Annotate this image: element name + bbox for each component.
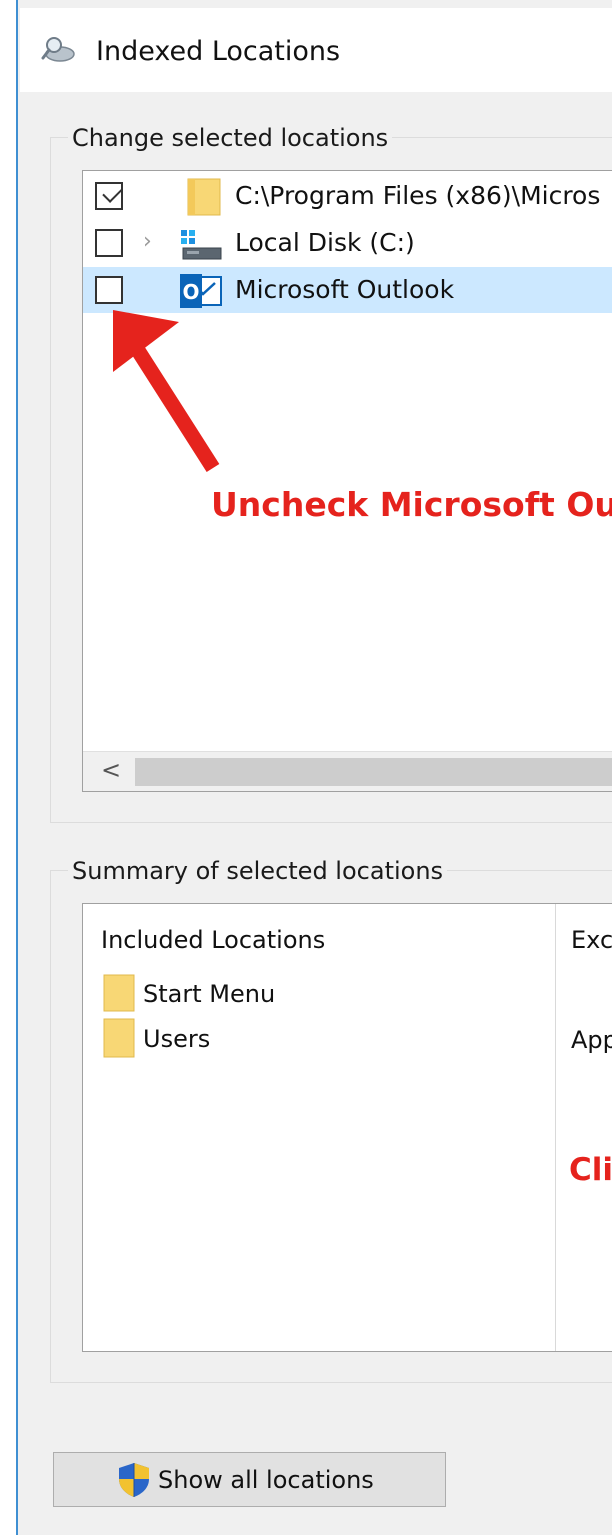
change-locations-legend: Change selected locations	[68, 124, 393, 152]
window-left-edge	[0, 0, 18, 1535]
uac-shield-icon	[119, 1463, 149, 1497]
uncheck-outlook-annotation: Uncheck Microsoft Out	[211, 485, 612, 524]
tree-row-program-files[interactable]: C:\Program Files (x86)\Micros	[83, 173, 612, 219]
tree-row-local-disk[interactable]: › Local Disk (C:)	[83, 220, 612, 266]
folder-icon	[103, 1018, 135, 1058]
chevron-right-icon[interactable]: ›	[143, 229, 152, 254]
horizontal-scrollbar[interactable]: <	[83, 751, 612, 791]
tree-row-label: Local Disk (C:)	[235, 228, 415, 257]
summary-panel: Included Locations Start Menu Users Exc …	[82, 903, 612, 1352]
indexing-options-icon	[41, 37, 75, 62]
indexed-locations-window: Indexed Locations Change selected locati…	[0, 0, 612, 1535]
included-locations-header: Included Locations	[101, 926, 326, 954]
excluded-locations-header: Exc	[571, 926, 612, 954]
show-all-locations-button[interactable]: Show all locations	[53, 1452, 446, 1507]
red-arrow-annotation	[113, 310, 220, 473]
excluded-location-item: App	[571, 1026, 612, 1054]
checkmark-icon	[102, 182, 123, 203]
folder-icon	[103, 974, 135, 1012]
show-all-locations-label: Show all locations	[158, 1466, 374, 1494]
summary-locations-legend: Summary of selected locations	[68, 857, 448, 885]
locations-tree[interactable]: C:\Program Files (x86)\Micros › Local Di…	[82, 170, 612, 792]
local-disk-checkbox[interactable]	[95, 229, 123, 257]
included-location-item: Start Menu	[143, 980, 276, 1008]
local-disk-icon	[181, 230, 222, 260]
title-bar: Indexed Locations	[20, 8, 612, 92]
tree-row-label: Microsoft Outlook	[235, 275, 455, 304]
program-files-checkbox[interactable]	[95, 182, 123, 210]
tree-row-label: C:\Program Files (x86)\Micros	[235, 181, 601, 210]
click-annotation: Cli	[569, 1152, 612, 1188]
scroll-left-button[interactable]: <	[93, 756, 129, 786]
included-location-item: Users	[143, 1025, 211, 1053]
scrollbar-thumb[interactable]	[135, 758, 612, 786]
window-title: Indexed Locations	[96, 36, 341, 67]
summary-column-divider	[555, 904, 556, 1351]
folder-icon	[187, 178, 221, 216]
